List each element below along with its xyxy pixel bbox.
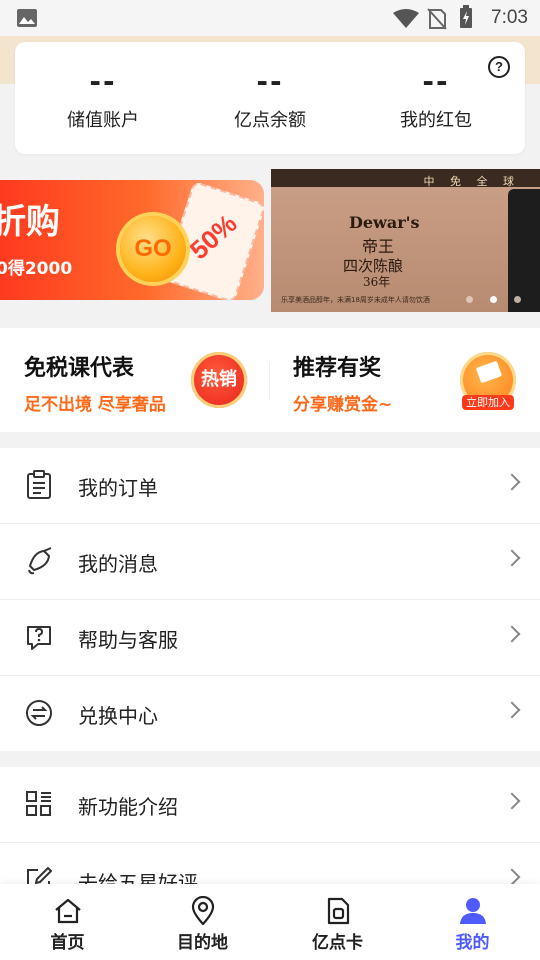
tab-mine[interactable]: 我的: [405, 884, 540, 960]
hot-sale-badge: 热销: [191, 352, 247, 408]
no-sim-icon: [427, 8, 447, 30]
points-balance[interactable]: -- 亿点余额: [185, 64, 355, 132]
card-icon: [327, 897, 349, 925]
chevron-right-icon: [503, 625, 521, 643]
chevron-right-icon: [503, 473, 521, 491]
banner-dot-active[interactable]: [490, 296, 497, 303]
menu-label-messages: 我的消息: [78, 552, 158, 576]
banner-dot[interactable]: [466, 296, 473, 303]
wifi-icon: [393, 9, 419, 28]
menu-item-orders[interactable]: 我的订单: [0, 448, 540, 524]
red-packets-label: 我的红包: [400, 110, 472, 131]
menu-label-new-features: 新功能介绍: [78, 795, 178, 819]
clipboard-icon: [27, 470, 51, 499]
tab-points-card-label: 亿点卡: [312, 933, 363, 953]
tab-home[interactable]: 首页: [0, 884, 135, 960]
go-coin-graphic: GO: [120, 216, 186, 282]
menu-label-rate-app: 去给五星好评: [78, 871, 198, 884]
image-notification-icon: [17, 9, 37, 27]
chevron-right-icon: [503, 792, 521, 810]
chevron-right-icon: [503, 868, 521, 884]
grid-list-icon: [26, 791, 51, 816]
tab-points-card[interactable]: 亿点卡: [270, 884, 405, 960]
tab-home-label: 首页: [50, 933, 85, 953]
stored-value-label: 储值账户: [67, 110, 139, 131]
menu-label-exchange: 兑换中心: [78, 704, 158, 728]
menu-item-new-features[interactable]: 新功能介绍: [0, 767, 540, 843]
account-summary-card: -- 储值账户 -- 亿点余额 -- 我的红包 ?: [15, 42, 525, 154]
exchange-icon: [26, 700, 52, 726]
menu-item-rate-app[interactable]: 去给五星好评: [0, 843, 540, 884]
whisky-brand: Dewar's: [349, 213, 420, 232]
menu-item-help[interactable]: 帮助与客服: [0, 600, 540, 676]
tab-destination-label: 目的地: [177, 933, 228, 953]
coupon-percent: 50%: [183, 208, 243, 266]
menu-label-orders: 我的订单: [78, 476, 158, 500]
location-pin-icon: [191, 896, 214, 926]
join-now-badge: 立即加入: [460, 352, 516, 410]
duty-free-title: 免税课代表: [24, 356, 135, 381]
menu-group-account: 我的订单 我的消息 帮助与客服 兑换中心: [0, 448, 540, 751]
promo-row: 免税课代表 足不出境 尽享奢品 热销 推荐有奖 分享赚赏金~ 立即加入: [0, 328, 540, 432]
home-icon: [54, 898, 81, 924]
discount-banner-title: 折购: [0, 202, 60, 242]
whisky-banner-top-text: 中 免 全 球: [423, 175, 520, 188]
tab-destination[interactable]: 目的地: [135, 884, 270, 960]
gift-icon: [476, 361, 502, 383]
edit-icon: [27, 867, 52, 884]
menu-label-help: 帮助与客服: [78, 628, 178, 652]
banner-pagination: [466, 288, 538, 307]
question-chat-icon: [27, 626, 51, 650]
join-now-label: 立即加入: [462, 395, 514, 410]
bell-icon: [28, 547, 52, 575]
clock: 7:03: [491, 7, 528, 28]
bottom-tab-bar: 首页 目的地 亿点卡 我的: [0, 884, 540, 960]
discount-banner[interactable]: 折购 0得2000 50% GO: [0, 180, 264, 300]
whisky-disclaimer: 乐享美酒品醇年，未满18周岁未成年人请勿饮酒: [281, 296, 430, 304]
banner-dot[interactable]: [514, 296, 521, 303]
stored-value-amount: --: [89, 65, 117, 98]
whisky-line-1: 帝王: [362, 237, 395, 256]
chevron-right-icon: [503, 549, 521, 567]
whisky-line-3: 36年: [363, 275, 391, 289]
chevron-right-icon: [503, 701, 521, 719]
tab-mine-label: 我的: [455, 933, 490, 953]
user-icon: [459, 898, 486, 924]
duty-free-subtitle: 足不出境 尽享奢品: [24, 395, 166, 415]
referral-subtitle: 分享赚赏金~: [293, 395, 393, 415]
discount-banner-subtitle: 0得2000: [0, 259, 73, 279]
battery-charging-icon: [460, 5, 472, 28]
menu-item-messages[interactable]: 我的消息: [0, 524, 540, 600]
menu-item-exchange[interactable]: 兑换中心: [0, 676, 540, 751]
points-amount: --: [256, 65, 284, 98]
referral-title: 推荐有奖: [293, 356, 382, 381]
stored-value-account[interactable]: -- 储值账户: [18, 64, 188, 132]
menu-group-more: 新功能介绍 去给五星好评: [0, 767, 540, 884]
promo-divider: [269, 362, 270, 400]
help-icon[interactable]: ?: [488, 56, 510, 78]
status-bar: 7:03: [0, 0, 540, 36]
points-label: 亿点余额: [234, 110, 306, 131]
